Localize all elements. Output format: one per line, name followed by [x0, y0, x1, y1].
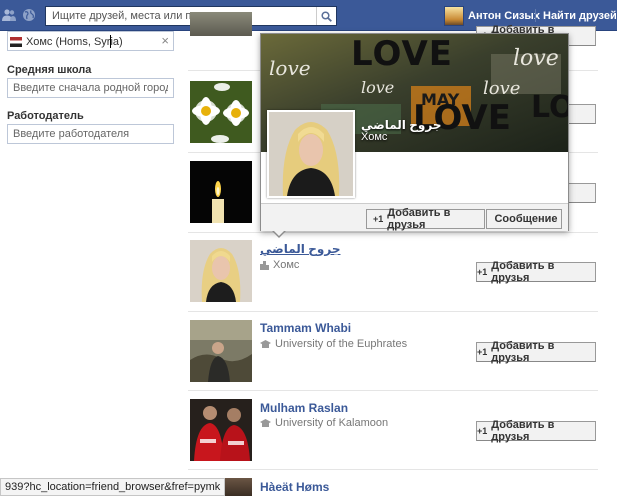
notifications-globe-icon[interactable]	[22, 8, 36, 22]
outdoor-portrait-photo	[190, 320, 252, 382]
person-photo[interactable]	[190, 320, 252, 382]
school-input[interactable]	[7, 78, 174, 98]
city-token: Хомс (Homs, Syria)	[10, 34, 123, 49]
profile-picture[interactable]	[267, 110, 355, 198]
blonde-portrait-photo	[269, 112, 353, 196]
profile-link[interactable]: Антон Сизых	[444, 5, 540, 26]
browser-status-bar: 939?hc_location=friend_browser&fref=pymk	[0, 478, 226, 496]
add-friend-icon: +1	[373, 214, 384, 224]
cover-word: love	[513, 46, 559, 71]
school-label: Средняя школа	[7, 64, 92, 76]
candle-photo	[190, 161, 252, 223]
add-friend-button[interactable]: +1Добавить в друзья	[476, 340, 596, 364]
person-photo[interactable]	[190, 12, 252, 36]
row-divider	[188, 469, 598, 470]
avatar	[444, 5, 464, 26]
search-button[interactable]	[316, 7, 336, 25]
row-divider	[188, 311, 598, 312]
employer-label: Работодатель	[7, 110, 84, 122]
add-friend-icon: +1	[477, 426, 488, 436]
add-friend-button[interactable]: +1Добавить в друзья	[476, 419, 596, 443]
add-friend-icon: +1	[477, 267, 488, 277]
person-school: University of Kalamoon	[260, 417, 388, 429]
find-friends-link[interactable]: Найти друзей	[543, 10, 617, 22]
add-friend-button[interactable]: +1 Добавить в друзья	[366, 207, 485, 231]
person-photo[interactable]	[190, 399, 252, 461]
friend-requests-icon[interactable]	[2, 8, 16, 22]
person-photo[interactable]	[190, 161, 252, 223]
status-url: 939?hc_location=friend_browser&fref=pymk	[5, 481, 221, 493]
daisy-photo	[190, 81, 252, 143]
row-divider	[188, 390, 598, 391]
profile-hover-card: LOVE love love MAY LOVE LOVE love love ج…	[260, 33, 569, 231]
cover-word: LOVE	[531, 90, 568, 125]
message-button[interactable]: Сообщение	[486, 209, 562, 229]
person-name-link[interactable]: Tammam Whabi	[260, 321, 351, 335]
remove-token-icon[interactable]: ×	[161, 33, 169, 48]
person-name-link[interactable]: Hàeät Høms	[260, 480, 329, 494]
person-name-link[interactable]: Mulham Raslan	[260, 401, 348, 415]
hover-card-actions: +1 Добавить в друзья Сообщение	[261, 203, 568, 231]
city-filter-input[interactable]: Хомс (Homs, Syria) ×	[7, 31, 174, 51]
employer-input[interactable]	[7, 124, 174, 144]
hover-card-pointer	[272, 230, 286, 238]
person-name-link[interactable]: جروح الماضي	[260, 242, 340, 256]
cover-word: love	[483, 78, 521, 99]
search-input[interactable]	[46, 7, 316, 25]
place-icon	[260, 260, 269, 270]
add-friend-button[interactable]: +1Добавить в друзья	[476, 260, 596, 284]
football-player-photo	[190, 399, 252, 461]
row-divider	[188, 232, 598, 233]
add-friend-icon: +1	[477, 347, 488, 357]
person-photo[interactable]	[190, 240, 252, 302]
text-caret	[110, 35, 111, 48]
hover-card-name[interactable]: جروح الماضي	[361, 118, 441, 132]
cover-word: love	[361, 78, 395, 97]
user-name: Антон Сизых	[468, 9, 540, 22]
cover-word: love	[269, 56, 311, 80]
hover-card-location: Хомс	[361, 131, 388, 143]
divider	[535, 9, 536, 22]
school-icon	[260, 339, 271, 348]
search-icon	[321, 10, 332, 22]
city-token-label: Хомс (Homs, Syria)	[26, 35, 123, 48]
person-school: University of the Euphrates	[260, 338, 407, 350]
person-photo[interactable]	[190, 81, 252, 143]
person-location: Хомс	[260, 259, 299, 271]
flag-icon	[10, 36, 22, 47]
cover-word: LOVE	[351, 34, 453, 74]
school-icon	[260, 418, 271, 427]
blonde-portrait-photo	[190, 240, 252, 302]
